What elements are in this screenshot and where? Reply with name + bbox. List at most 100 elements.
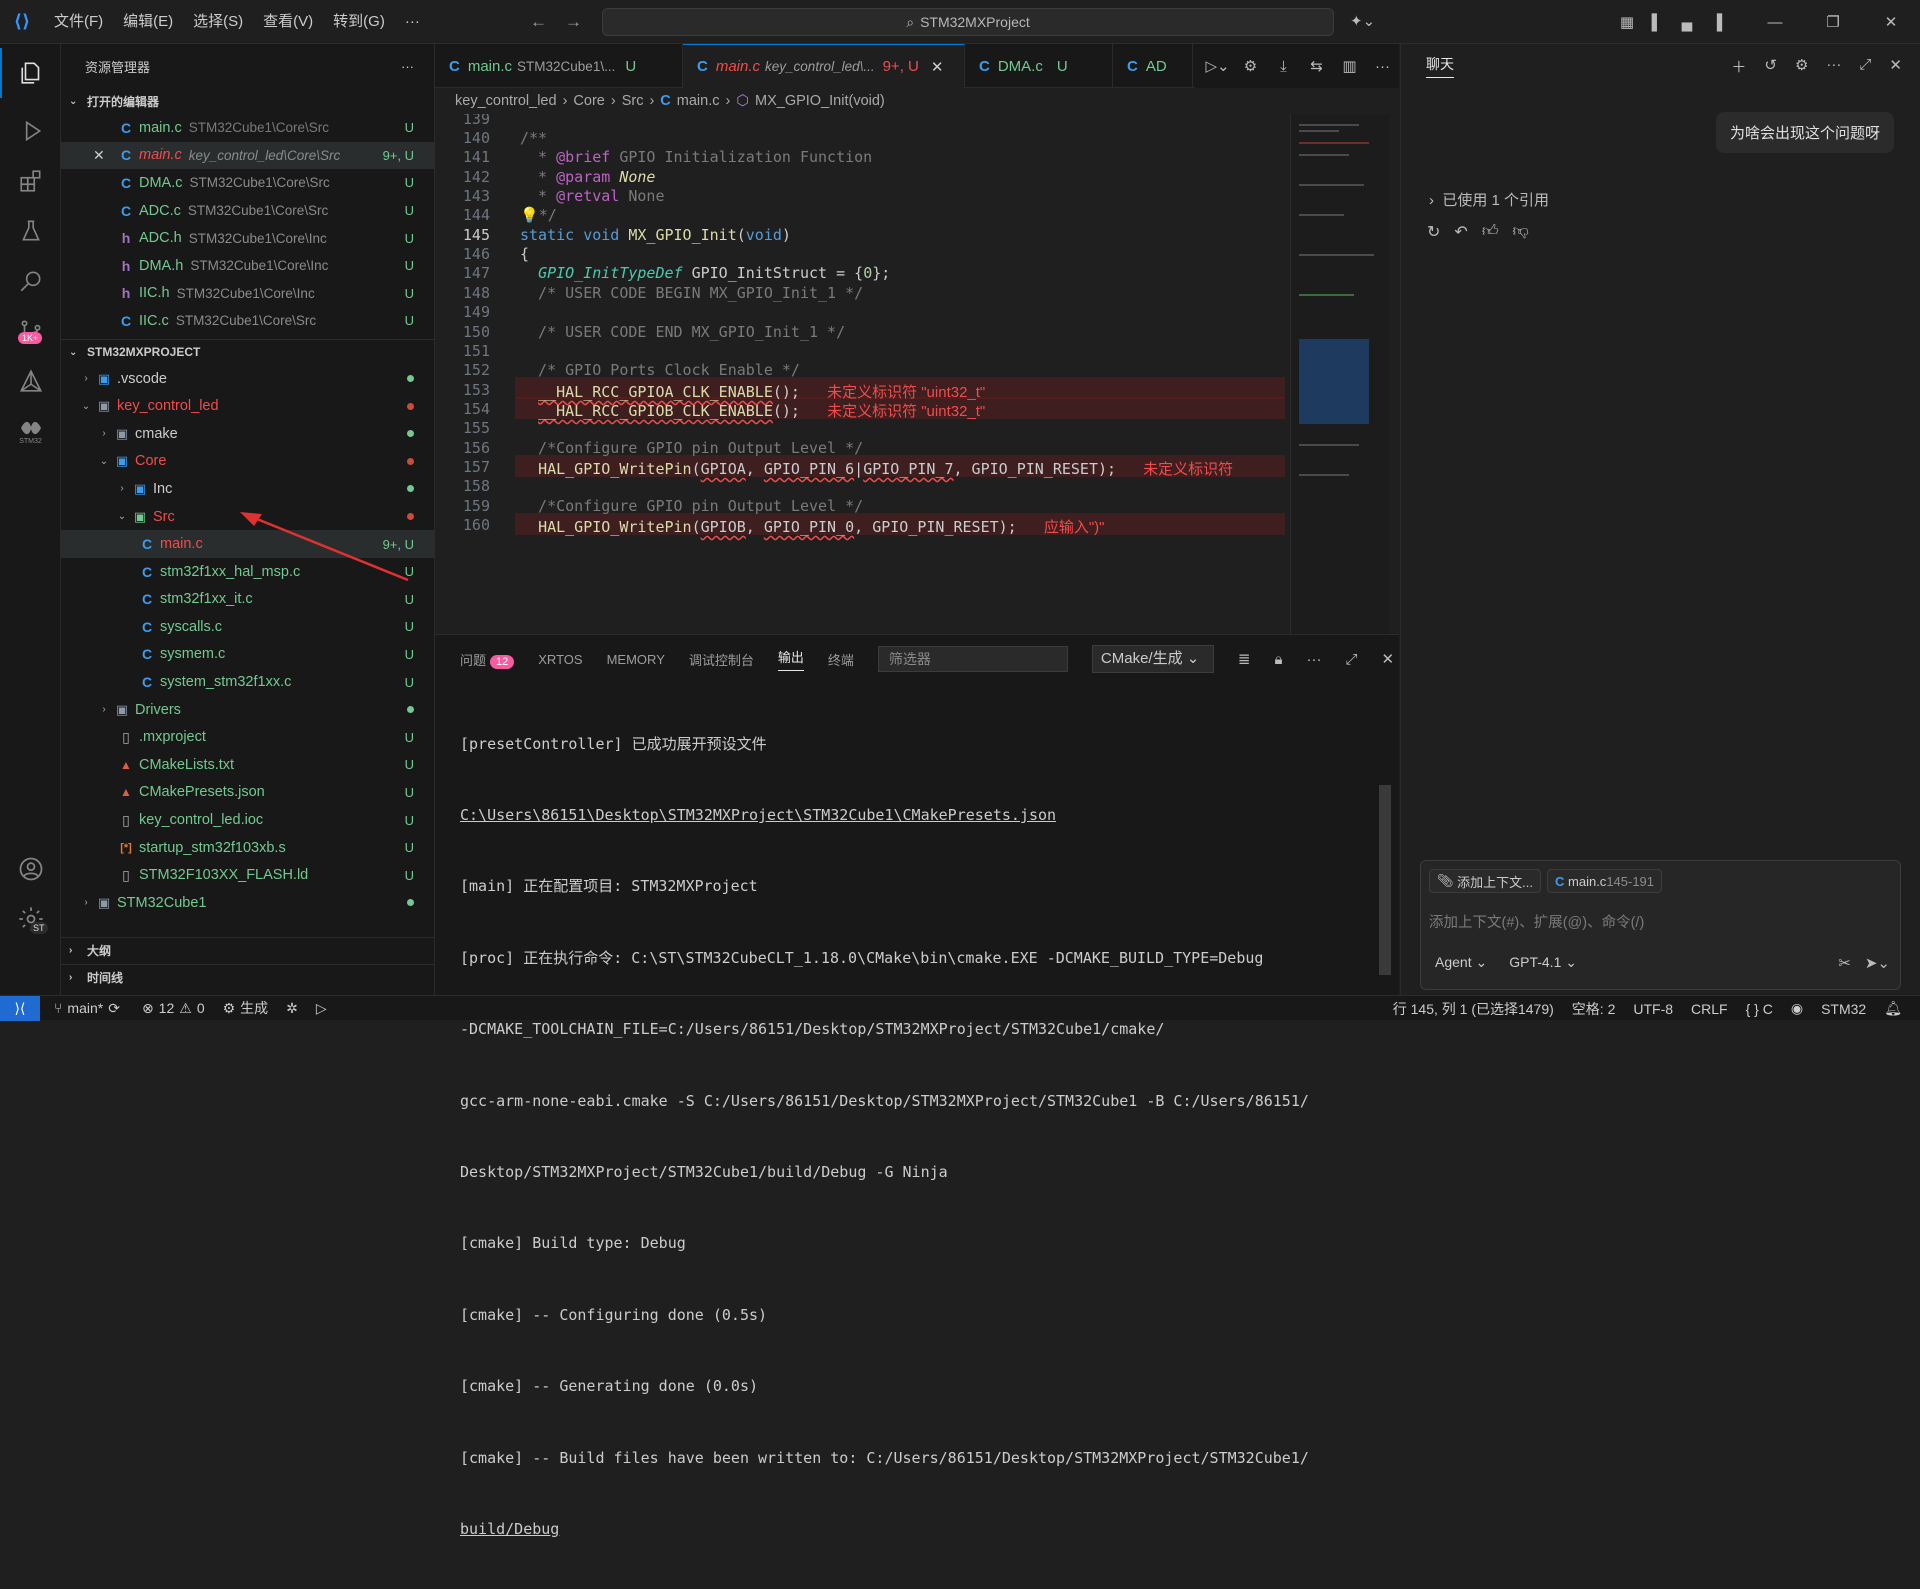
tree-folder-key-control-led[interactable]: ⌄ ▣ key_control_led xyxy=(61,392,434,420)
tree-file[interactable]: C system_stm32f1xx.c U xyxy=(61,668,434,696)
close-panel-icon[interactable]: ✕ xyxy=(1381,650,1394,668)
line-ending[interactable]: CRLF xyxy=(1691,1001,1728,1017)
mode-select[interactable]: Agent ⌄ xyxy=(1435,954,1487,971)
cursor-position[interactable]: 行 145, 列 1 (已选择1479) xyxy=(1393,999,1554,1019)
menu-go[interactable]: 转到(G) xyxy=(323,7,395,37)
output-log[interactable]: [presetController] 已成功展开预设文件 C:\Users\86… xyxy=(460,685,1380,1589)
toggle-sidebar-icon[interactable]: ▌ xyxy=(1642,14,1672,31)
lock-icon[interactable]: 🔒︎ xyxy=(1274,651,1282,668)
tree-folder-core[interactable]: ⌄ ▣ Core xyxy=(61,448,434,476)
close-editor-icon[interactable]: ✕ xyxy=(93,147,115,164)
compare-icon[interactable]: ⇆ xyxy=(1300,57,1333,75)
open-editor-item[interactable]: C DMA.c STM32Cube1\Core\Src U xyxy=(61,169,434,197)
encoding[interactable]: UTF-8 xyxy=(1633,1001,1673,1017)
tree-file[interactable]: C syscalls.c U xyxy=(61,613,434,641)
chat-input-placeholder[interactable]: 添加上下文(#)、扩展(@)、命令(/) xyxy=(1429,911,1644,932)
run-icon[interactable]: ▷⌄ xyxy=(1201,57,1234,75)
breadcrumb-item[interactable]: key_control_led xyxy=(455,93,557,109)
output-channel-select[interactable]: CMake/生成 ⌄ xyxy=(1091,645,1214,673)
manage-gear-icon[interactable]: ST xyxy=(0,894,61,944)
close-chat-icon[interactable]: ✕ xyxy=(1889,56,1902,77)
thumbs-down-icon[interactable]: 👎︎ xyxy=(1513,222,1529,242)
more-actions-icon[interactable]: ··· xyxy=(1826,56,1841,77)
timeline-section[interactable]: › 时间线 xyxy=(61,964,434,990)
undo-icon[interactable]: ↶ xyxy=(1454,222,1467,242)
cmake-icon[interactable] xyxy=(0,356,61,406)
tab-output[interactable]: 输出 xyxy=(777,647,804,671)
restore-icon[interactable]: ❐ xyxy=(1804,13,1862,31)
breadcrumb-item[interactable]: Src xyxy=(622,93,644,109)
menu-selection[interactable]: 选择(S) xyxy=(183,7,253,37)
open-editor-item[interactable]: C ADC.c STM32Cube1\Core\Src U xyxy=(61,197,434,225)
forward-arrow-icon[interactable]: → xyxy=(565,12,582,32)
tree-file[interactable]: ▯ STM32F103XX_FLASH.ld U xyxy=(61,861,434,889)
tab-main-c-key-control-led[interactable]: C main.c key_control_led\... 9+, U ✕ xyxy=(683,44,965,88)
output-scrollbar[interactable] xyxy=(1379,785,1391,975)
breadcrumb-item[interactable]: Core xyxy=(573,93,604,109)
open-editors-section[interactable]: ⌄ 打开的编辑器 xyxy=(61,88,434,114)
breadcrumb-item[interactable]: main.c xyxy=(677,93,720,109)
indentation[interactable]: 空格: 2 xyxy=(1572,999,1616,1019)
close-tab-icon[interactable]: ✕ xyxy=(931,58,944,76)
stm32-extension-icon[interactable]: STM32 xyxy=(0,406,61,456)
more-actions-icon[interactable]: ··· xyxy=(1366,58,1399,75)
add-context-button[interactable]: 📎︎ 添加上下文... xyxy=(1429,869,1541,893)
open-editor-item[interactable]: C IIC.c STM32Cube1\Core\Src U xyxy=(61,307,434,335)
tree-file[interactable]: C stm32f1xx_hal_msp.c U xyxy=(61,558,434,586)
open-editor-item[interactable]: C main.c STM32Cube1\Core\Src U xyxy=(61,114,434,142)
tab-terminal[interactable]: 终端 xyxy=(828,650,854,669)
testing-flask-icon[interactable] xyxy=(0,206,61,256)
tab-memory[interactable]: MEMORY xyxy=(607,652,665,667)
lightbulb-icon[interactable]: 💡 xyxy=(520,206,539,224)
copilot-icon[interactable]: ✦⌄ xyxy=(1350,12,1375,30)
tab-main-c-stm32cube1[interactable]: C main.c STM32Cube1\... U xyxy=(435,44,683,88)
layout-customize-icon[interactable]: ▦ xyxy=(1612,13,1642,31)
output-line[interactable]: C:\Users\86151\Desktop\STM32MXProject\ST… xyxy=(460,804,1380,828)
problems-status[interactable]: ⊗ 12 ⚠ 0 xyxy=(142,1000,205,1017)
language-mode[interactable]: { } C xyxy=(1746,1001,1773,1017)
split-editor-icon[interactable]: ▥ xyxy=(1333,57,1366,75)
open-editor-item-active[interactable]: ✕ C main.c key_control_led\Core\Src 9+, … xyxy=(61,141,434,170)
history-icon[interactable]: ↺ xyxy=(1764,56,1777,77)
breadcrumb-item[interactable]: MX_GPIO_Init(void) xyxy=(755,93,885,109)
open-editor-item[interactable]: h ADC.h STM32Cube1\Core\Inc U xyxy=(61,224,434,252)
references-toggle[interactable]: › 已使用 1 个引用 xyxy=(1429,189,1549,210)
thumbs-up-icon[interactable]: 👍︎ xyxy=(1482,222,1499,242)
remote-icon[interactable]: ⟩⟨ xyxy=(0,995,40,1021)
platform-status[interactable]: STM32 xyxy=(1821,1001,1866,1017)
tree-file-main-c[interactable]: C main.c 9+, U xyxy=(61,530,434,558)
tree-folder-stm32cube1[interactable]: › ▣ STM32Cube1 xyxy=(61,889,434,917)
notifications-bell-icon[interactable]: 🔔︎ xyxy=(1884,1000,1902,1017)
account-icon[interactable] xyxy=(0,844,61,894)
menu-view[interactable]: 查看(V) xyxy=(253,7,323,37)
tree-file[interactable]: ▯ .mxproject U xyxy=(61,723,434,751)
open-editor-item[interactable]: h DMA.h STM32Cube1\Core\Inc U xyxy=(61,252,434,280)
copilot-status-icon[interactable]: ◉ xyxy=(1791,1000,1803,1017)
retry-icon[interactable]: ↻ xyxy=(1427,222,1440,242)
minimap[interactable] xyxy=(1290,114,1390,634)
tab-debug-console[interactable]: 调试控制台 xyxy=(689,650,754,669)
tab-adc[interactable]: C AD xyxy=(1113,44,1193,88)
source-control-icon[interactable]: 1K+ xyxy=(0,306,61,356)
tree-folder-src[interactable]: ⌄ ▣ Src xyxy=(61,503,434,531)
build-status[interactable]: ⚙ 生成 xyxy=(223,998,269,1018)
more-actions-icon[interactable]: ··· xyxy=(401,59,414,74)
toggle-secondary-sidebar-icon[interactable]: ▐ xyxy=(1702,14,1732,31)
tree-file[interactable]: ▲ CMakePresets.json U xyxy=(61,779,434,807)
branch-status[interactable]: ⑂ main* ⟳ xyxy=(54,1000,120,1017)
chat-settings-icon[interactable]: ⚙ xyxy=(1795,56,1808,77)
tree-folder-vscode[interactable]: › ▣ .vscode xyxy=(61,365,434,393)
more-actions-icon[interactable]: ··· xyxy=(1306,651,1321,668)
context-file-chip[interactable]: C main.c 145-191 xyxy=(1547,869,1663,893)
tree-folder-inc[interactable]: › ▣ Inc xyxy=(61,475,434,503)
tree-file[interactable]: ▯ key_control_led.ioc U xyxy=(61,806,434,834)
close-window-icon[interactable]: ✕ xyxy=(1862,13,1920,31)
maximize-panel-icon[interactable]: ⤢ xyxy=(1345,651,1357,668)
filter-input[interactable]: 筛选器 xyxy=(877,646,1068,672)
debug-bug-icon[interactable]: ✲ xyxy=(286,1000,298,1017)
maximize-icon[interactable]: ⤢ xyxy=(1859,56,1871,77)
back-arrow-icon[interactable]: ← xyxy=(530,12,547,32)
send-icon[interactable]: ➤⌄ xyxy=(1865,954,1890,972)
menu-more[interactable]: ··· xyxy=(395,7,430,37)
tree-file[interactable]: C sysmem.c U xyxy=(61,641,434,669)
